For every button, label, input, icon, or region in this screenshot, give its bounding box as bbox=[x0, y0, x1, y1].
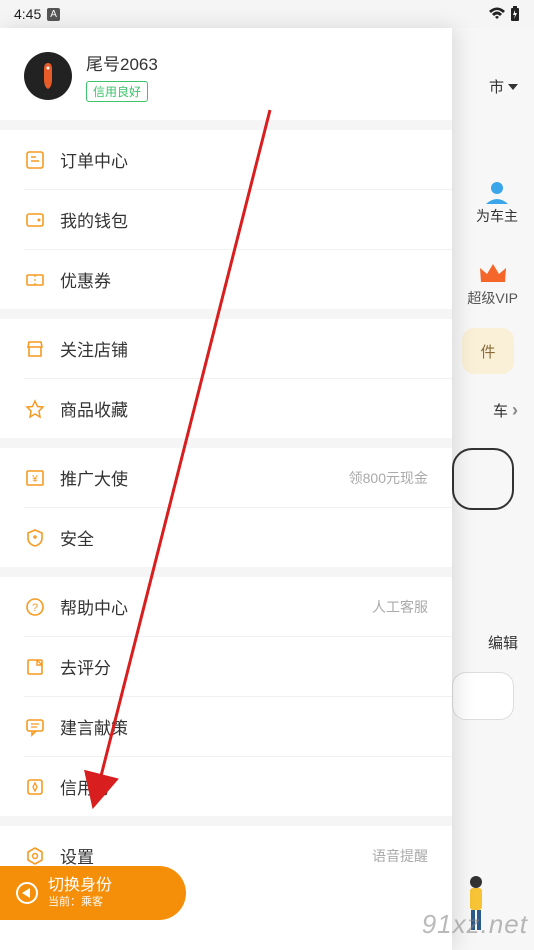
battery-icon bbox=[510, 6, 520, 22]
menu-label: 安全 bbox=[60, 525, 428, 550]
menu-label: 推广大使 bbox=[60, 465, 335, 490]
wallet-icon bbox=[24, 209, 46, 231]
gear-icon bbox=[24, 845, 46, 867]
menu-label: 去评分 bbox=[60, 654, 428, 679]
menu-hint: 语音提醒 bbox=[372, 846, 428, 866]
switch-arrow-icon bbox=[16, 882, 38, 904]
menu-help[interactable]: ? 帮助中心 人工客服 bbox=[0, 577, 452, 636]
menu-favorites[interactable]: 商品收藏 bbox=[0, 379, 452, 438]
menu-label: 关注店铺 bbox=[60, 336, 428, 361]
switch-title: 切换身份 bbox=[48, 876, 112, 896]
car-link[interactable]: 车 › bbox=[493, 400, 518, 421]
crown-icon bbox=[478, 260, 508, 286]
wifi-icon bbox=[488, 7, 506, 21]
menu-safety[interactable]: 安全 bbox=[0, 508, 452, 567]
menu-credit-score[interactable]: 信用分 bbox=[0, 757, 452, 816]
menu-label: 信用分 bbox=[60, 774, 428, 799]
menu-label: 优惠券 bbox=[60, 267, 428, 292]
svg-text:¥: ¥ bbox=[31, 474, 38, 485]
menu-promoter[interactable]: ¥ 推广大使 领800元现金 bbox=[0, 448, 452, 507]
svg-text:?: ? bbox=[32, 602, 38, 614]
person-icon bbox=[482, 180, 512, 204]
feedback-icon bbox=[24, 716, 46, 738]
menu-coupons[interactable]: 优惠券 bbox=[0, 250, 452, 309]
cash-icon: ¥ bbox=[24, 467, 46, 489]
star-icon bbox=[24, 398, 46, 420]
avatar-bird-icon bbox=[37, 61, 59, 91]
credit-icon bbox=[24, 776, 46, 798]
help-icon: ? bbox=[24, 596, 46, 618]
shop-icon bbox=[24, 338, 46, 360]
menu-label: 我的钱包 bbox=[60, 207, 428, 232]
side-drawer: 尾号2063 信用良好 订单中心 我的钱包 优惠券 关注店铺 商品收藏 bbox=[0, 28, 452, 950]
status-icons bbox=[488, 6, 520, 22]
rate-icon bbox=[24, 656, 46, 678]
profile-header[interactable]: 尾号2063 信用良好 bbox=[0, 28, 452, 120]
menu-orders[interactable]: 订单中心 bbox=[0, 130, 452, 189]
person-illustration bbox=[458, 874, 494, 932]
orders-icon bbox=[24, 149, 46, 171]
menu-hint: 人工客服 bbox=[372, 597, 428, 617]
avatar[interactable] bbox=[24, 52, 72, 100]
city-selector[interactable]: 市 bbox=[489, 76, 518, 97]
switch-subtitle: 当前：乘客 bbox=[48, 896, 112, 910]
menu-label: 商品收藏 bbox=[60, 396, 428, 421]
menu-label: 建言献策 bbox=[60, 714, 428, 739]
status-time: 4:45 bbox=[14, 6, 41, 22]
menu-label: 订单中心 bbox=[60, 147, 428, 172]
menu-wallet[interactable]: 我的钱包 bbox=[0, 190, 452, 249]
pending-card[interactable]: 件 bbox=[462, 328, 514, 374]
nickname: 尾号2063 bbox=[86, 50, 158, 75]
shield-icon bbox=[24, 527, 46, 549]
menu-hint: 领800元现金 bbox=[349, 468, 428, 488]
coupon-icon bbox=[24, 269, 46, 291]
menu-label: 设置 bbox=[60, 843, 358, 868]
edit-link[interactable]: 编辑 bbox=[488, 632, 518, 653]
caret-down-icon bbox=[508, 84, 518, 90]
status-badge-icon: A bbox=[47, 8, 60, 21]
switch-identity-button[interactable]: 切换身份 当前：乘客 bbox=[0, 866, 186, 920]
status-bar: 4:45 A bbox=[0, 0, 534, 28]
become-owner[interactable]: 为车主 bbox=[476, 180, 518, 226]
outline-box bbox=[452, 448, 514, 510]
menu-feedback[interactable]: 建言献策 bbox=[0, 697, 452, 756]
menu-shops[interactable]: 关注店铺 bbox=[0, 319, 452, 378]
menu-rate[interactable]: 去评分 bbox=[0, 637, 452, 696]
chevron-right-icon: › bbox=[512, 400, 518, 421]
menu-label: 帮助中心 bbox=[60, 594, 358, 619]
super-vip[interactable]: 超级VIP bbox=[467, 260, 518, 308]
credit-badge: 信用良好 bbox=[86, 81, 148, 102]
outline-box-2 bbox=[452, 672, 514, 720]
